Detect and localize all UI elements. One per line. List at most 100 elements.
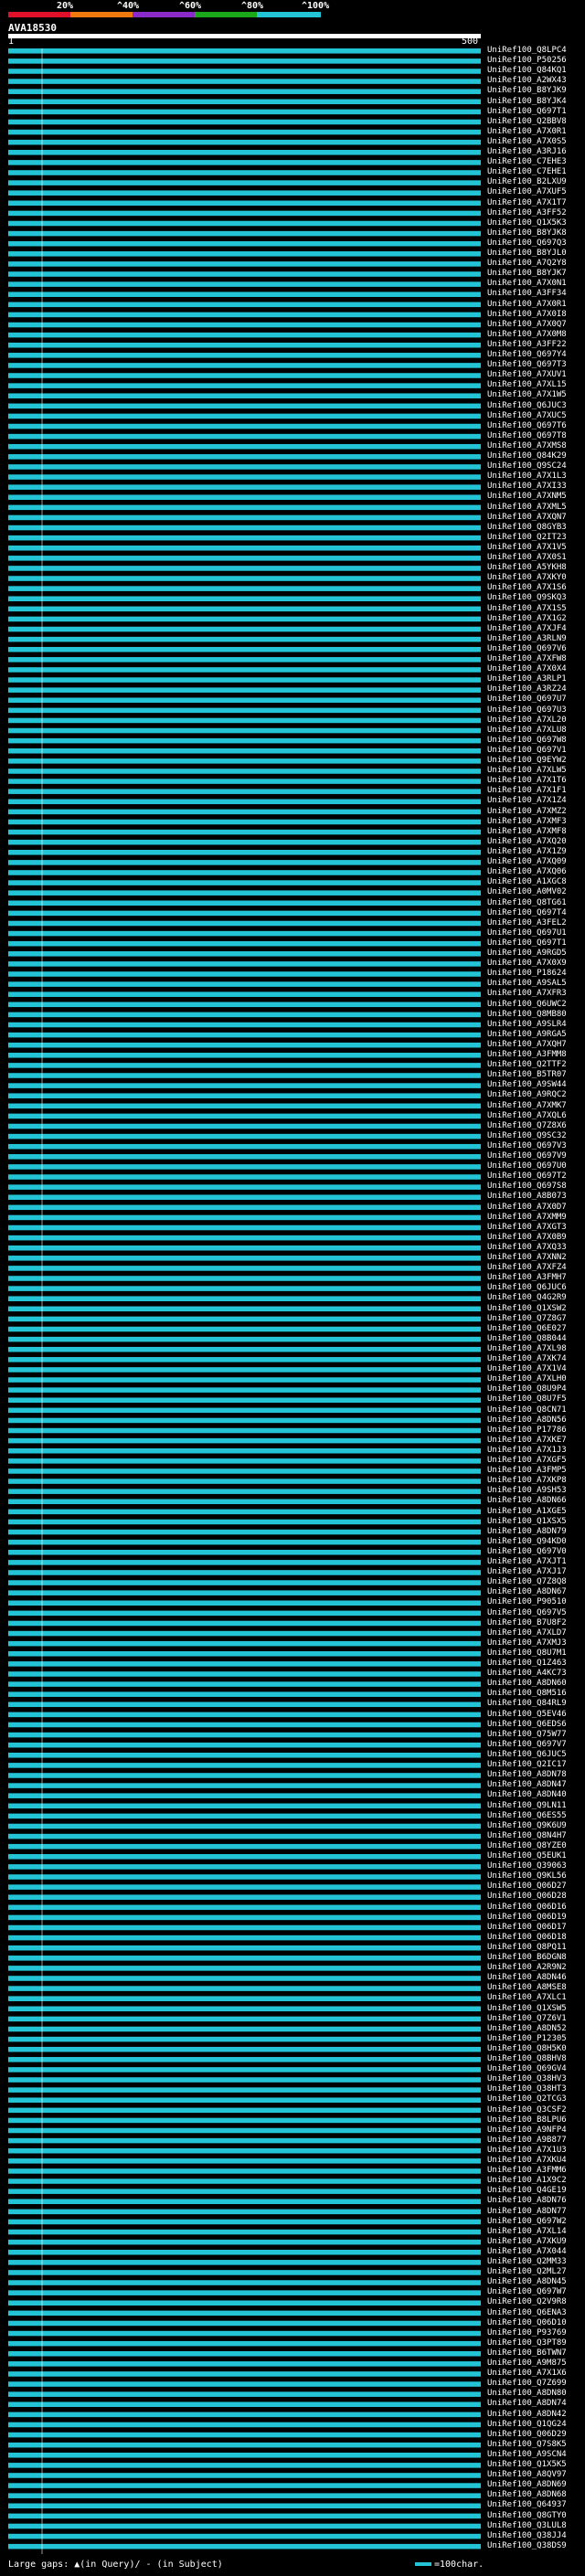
hit-label[interactable]: UniRef100_A7X1S6 (487, 583, 567, 592)
hit-row[interactable] (8, 1773, 481, 1784)
hit-label[interactable]: UniRef100_Q6UWC2 (487, 1000, 567, 1009)
hit-row[interactable] (8, 2178, 481, 2189)
hit-label[interactable]: UniRef100_Q06D18 (487, 1933, 567, 1942)
hit-label[interactable]: UniRef100_Q1XSX5 (487, 1517, 567, 1526)
hit-alignment-bar[interactable] (8, 1427, 481, 1434)
hit-label[interactable]: UniRef100_Q697V6 (487, 644, 567, 653)
hit-row[interactable] (8, 1357, 481, 1368)
hit-label[interactable]: UniRef100_A8DN77 (487, 2207, 567, 2216)
hit-label[interactable]: UniRef100_A7XUC5 (487, 411, 567, 420)
hit-alignment-bar[interactable] (8, 1164, 481, 1170)
hit-row[interactable] (8, 981, 481, 992)
hit-row[interactable] (8, 89, 481, 100)
hit-label[interactable]: UniRef100_Q3CSF2 (487, 2105, 567, 2115)
hit-alignment-bar[interactable] (8, 1357, 481, 1362)
hit-alignment-bar[interactable] (8, 1560, 481, 1565)
hit-label[interactable]: UniRef100_A7X1F1 (487, 786, 567, 795)
hit-label[interactable]: UniRef100_Q8GYB3 (487, 523, 567, 532)
hit-label[interactable]: UniRef100_Q2V9R8 (487, 2297, 567, 2306)
hit-alignment-bar[interactable] (8, 1499, 481, 1505)
hit-row[interactable] (8, 1224, 481, 1235)
hit-label[interactable]: UniRef100_A5YKH8 (487, 563, 567, 572)
hit-row[interactable] (8, 2432, 481, 2443)
hit-alignment-bar[interactable] (8, 1996, 481, 2001)
hit-row[interactable] (8, 2503, 481, 2514)
hit-alignment-bar[interactable] (8, 1529, 481, 1535)
hit-row[interactable] (8, 1813, 481, 1824)
hit-row[interactable] (8, 1235, 481, 1246)
hit-label[interactable]: UniRef100_A7XLH0 (487, 1374, 567, 1383)
hit-row[interactable] (8, 727, 481, 738)
hit-alignment-bar[interactable] (8, 251, 481, 257)
hit-alignment-bar[interactable] (8, 292, 481, 297)
hit-row[interactable] (8, 433, 481, 444)
hit-row[interactable] (8, 737, 481, 748)
hit-row[interactable] (8, 261, 481, 272)
hit-row[interactable] (8, 474, 481, 485)
hit-alignment-bar[interactable] (8, 1813, 481, 1819)
hit-row[interactable] (8, 2300, 481, 2311)
hit-row[interactable] (8, 2087, 481, 2098)
hit-alignment-bar[interactable] (8, 2340, 481, 2347)
hit-label[interactable]: UniRef100_Q697T3 (487, 360, 567, 369)
hit-alignment-bar[interactable] (8, 1053, 481, 1058)
hit-alignment-bar[interactable] (8, 1823, 481, 1829)
hit-row[interactable] (8, 423, 481, 434)
hit-label[interactable]: UniRef100_Q06D10 (487, 2318, 567, 2327)
hit-row[interactable] (8, 1590, 481, 1601)
hit-label[interactable]: UniRef100_A8DN76 (487, 2196, 567, 2205)
hit-row[interactable] (8, 2442, 481, 2453)
hit-label[interactable]: UniRef100_P50256 (487, 56, 567, 65)
hit-alignment-bar[interactable] (8, 890, 481, 896)
hit-row[interactable] (8, 1753, 481, 1764)
hit-row[interactable] (8, 1630, 481, 1641)
hit-row[interactable] (8, 1164, 481, 1175)
hit-row[interactable] (8, 2229, 481, 2240)
hit-label[interactable]: UniRef100_A9SH53 (487, 1486, 567, 1495)
hit-row[interactable] (8, 99, 481, 110)
hit-label[interactable]: UniRef100_A7Q2Y8 (487, 259, 567, 268)
hit-row[interactable] (8, 150, 481, 161)
hit-label[interactable]: UniRef100_A8DN40 (487, 1790, 567, 1799)
hit-row[interactable] (8, 1296, 481, 1307)
hit-label[interactable]: UniRef100_Q7Z8X6 (487, 1121, 567, 1130)
hit-row[interactable] (8, 1783, 481, 1794)
hit-row[interactable] (8, 2391, 481, 2402)
hit-label[interactable]: UniRef100_A3RLN9 (487, 634, 567, 643)
hit-row[interactable] (8, 2239, 481, 2250)
hit-row[interactable] (8, 849, 481, 861)
hit-alignment-bar[interactable] (8, 1306, 481, 1312)
hit-row[interactable] (8, 454, 481, 465)
hit-alignment-bar[interactable] (8, 2006, 481, 2012)
hit-row[interactable] (8, 1833, 481, 1844)
hit-alignment-bar[interactable] (8, 2513, 481, 2519)
hit-row[interactable] (8, 373, 481, 384)
hit-alignment-bar[interactable] (8, 281, 481, 287)
hit-alignment-bar[interactable] (8, 2381, 481, 2387)
hit-alignment-bar[interactable] (8, 667, 481, 673)
hit-row[interactable] (8, 839, 481, 850)
hit-alignment-bar[interactable] (8, 1509, 481, 1515)
hit-label[interactable]: UniRef100_A3FF34 (487, 289, 567, 298)
hit-row[interactable] (8, 2127, 481, 2138)
hit-row[interactable] (8, 1022, 481, 1033)
hit-label[interactable]: UniRef100_A7X0I8 (487, 310, 567, 319)
hit-label[interactable]: UniRef100_A7X0R1 (487, 127, 567, 136)
hit-row[interactable] (8, 829, 481, 840)
hit-label[interactable]: UniRef100_A7X1U3 (487, 2146, 567, 2155)
hit-label[interactable]: UniRef100_A7XUF5 (487, 187, 567, 196)
hit-alignment-bar[interactable] (8, 1266, 481, 1271)
hit-label[interactable]: UniRef100_Q9LN11 (487, 1801, 567, 1810)
hit-label[interactable]: UniRef100_A7XI33 (487, 482, 567, 491)
hit-alignment-bar[interactable] (8, 220, 481, 227)
hit-label[interactable]: UniRef100_A8DN56 (487, 1415, 567, 1425)
hit-row[interactable] (8, 393, 481, 404)
hit-row[interactable] (8, 2330, 481, 2341)
hit-label[interactable]: UniRef100_A3RJ16 (487, 147, 567, 156)
hit-row[interactable] (8, 758, 481, 769)
hit-alignment-bar[interactable] (8, 443, 481, 450)
hit-label[interactable]: UniRef100_Q697V3 (487, 1141, 567, 1150)
hit-row[interactable] (8, 281, 481, 292)
hit-row[interactable] (8, 2473, 481, 2484)
hit-row[interactable] (8, 1053, 481, 1064)
